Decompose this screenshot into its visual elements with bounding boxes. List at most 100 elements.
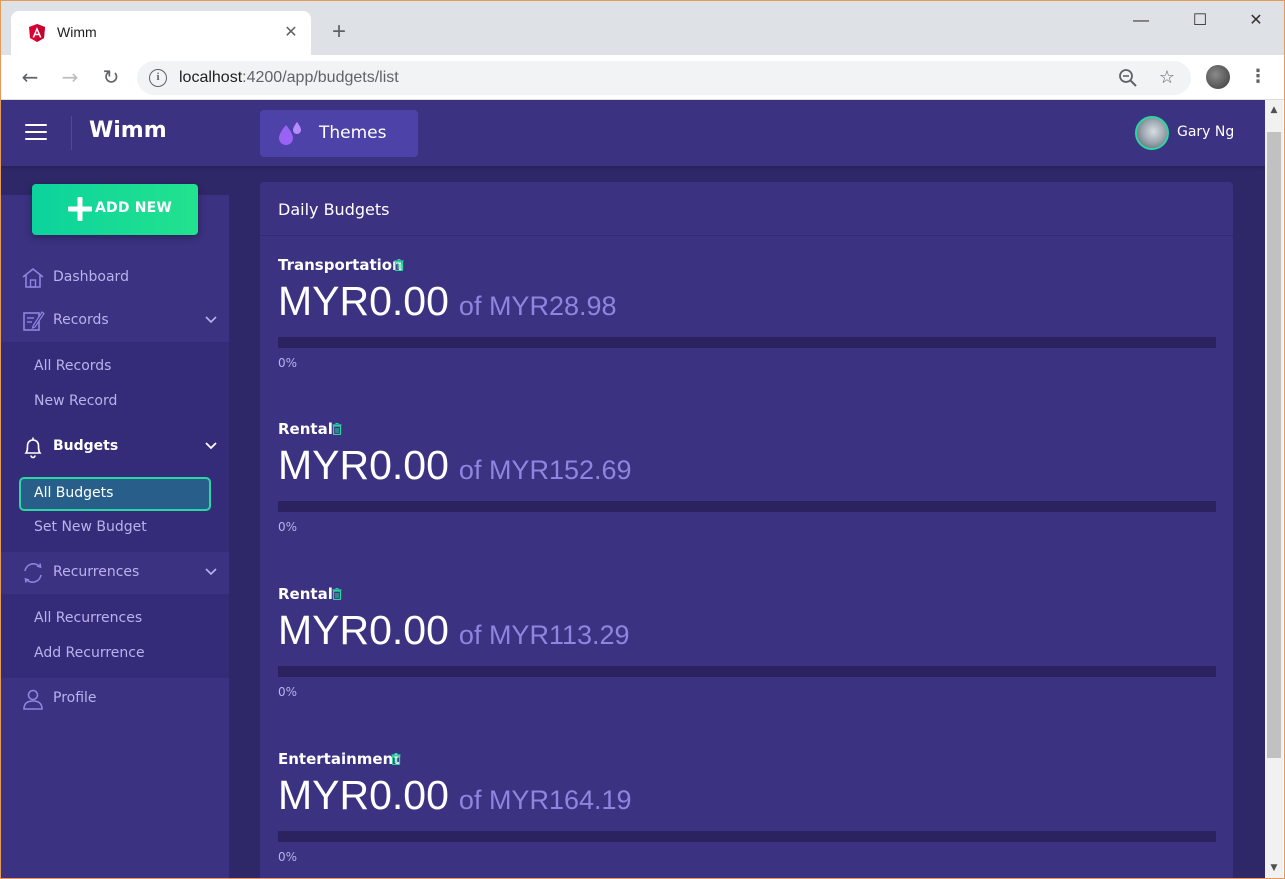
delete-icon[interactable]	[391, 753, 401, 765]
budgets-submenu: All Budgets Set New Budget	[1, 468, 229, 552]
user-icon	[23, 689, 43, 710]
chevron-down-icon	[205, 442, 217, 450]
recurrences-submenu: All Recurrences Add Recurrence	[1, 594, 229, 678]
browser-menu-icon[interactable]: ⋮	[1249, 65, 1267, 89]
submenu-item-all-recurrences[interactable]: All Recurrences	[19, 602, 211, 636]
refresh-cycle-icon	[24, 563, 42, 583]
plus-icon	[68, 197, 92, 221]
submenu-item-label: All Recurrences	[34, 610, 143, 626]
tab-title: Wimm	[57, 24, 97, 40]
sidebar-item-label: Budgets	[53, 438, 119, 454]
submenu-item-add-recurrence[interactable]: Add Recurrence	[19, 637, 211, 671]
browser-toolbar: ← → ↻ i localhost:4200/app/budgets/list …	[1, 55, 1284, 100]
angular-logo-icon	[29, 24, 45, 42]
address-bar[interactable]: i localhost:4200/app/budgets/list ☆	[137, 61, 1191, 95]
budget-name: Rental	[278, 420, 333, 438]
submenu-item-all-records[interactable]: All Records	[19, 350, 211, 384]
back-icon[interactable]: ←	[18, 65, 42, 89]
budget-name: Rental	[278, 585, 333, 603]
progress-label: 0%	[278, 685, 298, 699]
spent-amount: MYR0.00	[278, 772, 449, 818]
chevron-down-icon	[205, 316, 217, 324]
budget-progress-bar	[278, 666, 1216, 677]
tab-close-icon[interactable]: ✕	[281, 22, 301, 42]
card-title: Daily Budgets	[278, 200, 390, 219]
bell-icon	[24, 437, 42, 459]
scroll-up-icon[interactable]: ▲	[1265, 102, 1283, 118]
scroll-down-icon[interactable]: ▼	[1265, 860, 1283, 876]
budget-amount-row: MYR0.00 of MYR113.29	[278, 607, 630, 654]
budget-amount-row: MYR0.00 of MYR28.98	[278, 278, 617, 325]
budget-limit: of MYR152.69	[458, 455, 632, 485]
sidebar-item-records[interactable]: Records	[1, 300, 229, 342]
progress-label: 0%	[278, 356, 298, 370]
budget-item: Rental MYR0.00 of MYR152.69 0%	[278, 420, 1216, 570]
user-avatar[interactable]	[1135, 116, 1169, 150]
edit-note-icon	[23, 311, 45, 331]
submenu-item-label: Add Recurrence	[34, 645, 145, 661]
minimize-icon[interactable]: —	[1129, 9, 1153, 33]
url-text[interactable]: localhost:4200/app/budgets/list	[179, 69, 399, 87]
progress-label: 0%	[278, 850, 298, 864]
scroll-thumb[interactable]	[1267, 132, 1281, 758]
browser-profile-avatar[interactable]	[1206, 65, 1230, 89]
sidebar: ADD NEW Dashboard Records All Records Ne…	[1, 184, 229, 878]
submenu-item-label: All Records	[34, 358, 112, 374]
sidebar-item-budgets[interactable]: Budgets	[1, 426, 229, 468]
delete-icon[interactable]	[332, 588, 342, 600]
app-header: Wimm Themes Gary Ng	[1, 100, 1265, 166]
sidebar-item-label: Recurrences	[53, 564, 140, 580]
sidebar-item-profile[interactable]: Profile	[1, 678, 229, 720]
zoom-icon[interactable]	[1117, 67, 1139, 89]
brand-title[interactable]: Wimm	[89, 118, 167, 143]
maximize-icon[interactable]: ☐	[1188, 9, 1212, 33]
delete-icon[interactable]	[332, 423, 342, 435]
budget-amount-row: MYR0.00 of MYR152.69	[278, 442, 632, 489]
spent-amount: MYR0.00	[278, 607, 449, 653]
budget-limit: of MYR113.29	[458, 620, 630, 650]
page-scrollbar[interactable]: ▲ ▼	[1265, 100, 1283, 878]
budgets-card: Daily Budgets Transportation MYR0.00 of M…	[260, 182, 1233, 878]
card-divider	[260, 235, 1233, 236]
bookmark-star-icon[interactable]: ☆	[1156, 67, 1178, 89]
budget-progress-bar	[278, 501, 1216, 512]
home-icon	[22, 267, 44, 288]
themes-button[interactable]: Themes	[260, 110, 418, 157]
themes-label: Themes	[319, 123, 387, 143]
budget-item: Entertainment MYR0.00 of MYR164.19 0%	[278, 750, 1216, 878]
submenu-item-label: All Budgets	[34, 485, 114, 501]
budget-limit: of MYR164.19	[458, 785, 632, 815]
window-close-icon[interactable]: ✕	[1244, 9, 1268, 33]
spent-amount: MYR0.00	[278, 278, 449, 324]
submenu-item-new-record[interactable]: New Record	[19, 385, 211, 419]
budget-name: Entertainment	[278, 750, 401, 768]
user-name[interactable]: Gary Ng	[1177, 124, 1234, 140]
forward-icon[interactable]: →	[58, 65, 82, 89]
add-new-button[interactable]: ADD NEW	[32, 184, 198, 235]
browser-titlebar: Wimm ✕ + — ☐ ✕	[1, 1, 1284, 55]
budget-name: Transportation	[278, 256, 403, 274]
budget-progress-bar	[278, 337, 1216, 348]
submenu-item-set-new-budget[interactable]: Set New Budget	[19, 511, 211, 545]
site-info-icon[interactable]: i	[149, 69, 167, 87]
submenu-item-label: New Record	[34, 393, 118, 409]
new-tab-icon[interactable]: +	[327, 20, 351, 45]
sidebar-item-recurrences[interactable]: Recurrences	[1, 552, 229, 594]
progress-label: 0%	[278, 520, 298, 534]
reload-icon[interactable]: ↻	[99, 65, 123, 89]
records-submenu: All Records New Record	[1, 342, 229, 426]
add-new-label: ADD NEW	[95, 200, 173, 216]
header-divider	[71, 116, 72, 150]
submenu-item-label: Set New Budget	[34, 519, 147, 535]
sidebar-item-dashboard[interactable]: Dashboard	[1, 257, 229, 299]
delete-icon[interactable]	[394, 259, 404, 271]
sidebar-item-label: Profile	[53, 690, 97, 706]
browser-tab[interactable]: Wimm ✕	[11, 11, 311, 55]
budget-item: Rental MYR0.00 of MYR113.29 0%	[278, 585, 1216, 735]
menu-toggle-icon[interactable]	[25, 124, 47, 142]
submenu-item-all-budgets[interactable]: All Budgets	[19, 477, 211, 511]
app-root: Wimm Themes Gary Ng ADD NEW Dashboard Re…	[1, 100, 1265, 878]
sidebar-item-label: Records	[53, 312, 109, 328]
budget-progress-bar	[278, 831, 1216, 842]
budget-item: Transportation MYR0.00 of MYR28.98 0%	[278, 256, 1216, 406]
